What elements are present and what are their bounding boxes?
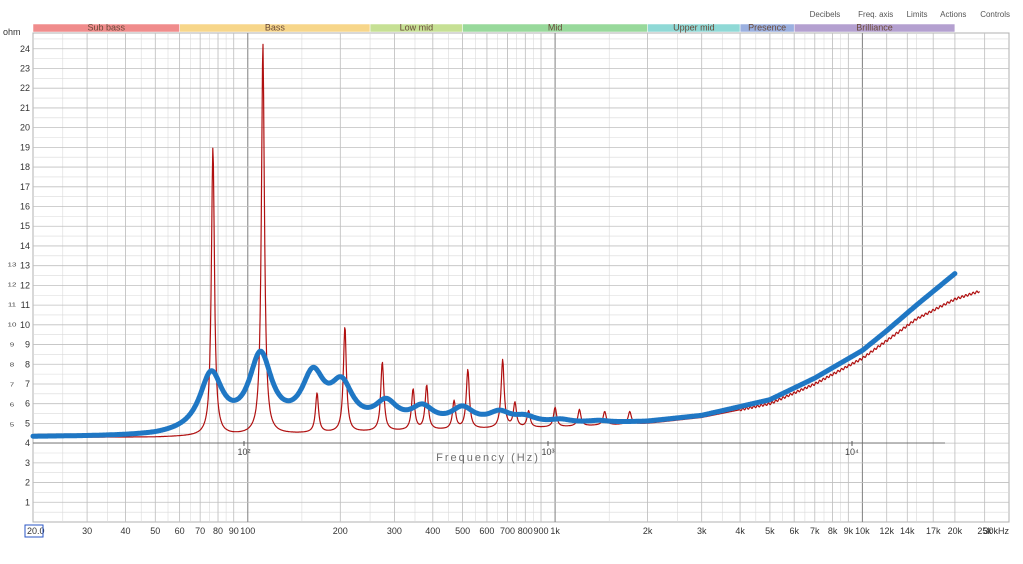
x-tick-label: 900	[534, 526, 549, 536]
menu-item[interactable]: Actions	[940, 10, 966, 19]
x-tick-label: 700	[500, 526, 515, 536]
frequency-bands: Sub bass Bass Low mid Mid Upper mid Presence B…	[32, 23, 956, 33]
x-tick-label: 7k	[810, 526, 820, 536]
y-tick-label: 16	[20, 202, 30, 212]
x-tick-label: 2k	[643, 526, 653, 536]
overlay-y-tick-label: 8	[10, 362, 15, 368]
y-tick-label: 18	[20, 162, 30, 172]
x-tick-label: 60	[175, 526, 185, 536]
y-tick-label: 1	[25, 497, 30, 507]
overlay-y-tick-label: 7	[10, 382, 15, 388]
x-tick-label: 3k	[697, 526, 707, 536]
y-tick-label: 6	[25, 399, 30, 409]
y-tick-label: 5	[25, 418, 30, 428]
menu-item[interactable]: Decibels	[810, 10, 841, 19]
y-tick-label: 17	[20, 182, 30, 192]
y-tick-label: 24	[20, 44, 30, 54]
overlay-y-tick-label: 13	[8, 262, 17, 268]
x-tick-label: 200	[333, 526, 348, 536]
x-tick-label: 50	[150, 526, 160, 536]
menu-item[interactable]: Freq. axis	[858, 10, 893, 19]
overlay-x-tick-label: 10²	[237, 447, 250, 457]
y-tick-label: 22	[20, 83, 30, 93]
y-axis: 123456789101112131415161718192021222324	[20, 44, 30, 508]
x-tick-label: 20.0	[27, 526, 45, 536]
y-unit-label: ohm	[3, 27, 21, 37]
x-tick-label: 4k	[735, 526, 745, 536]
x-tick-label: 90	[229, 526, 239, 536]
y-tick-label: 12	[20, 280, 30, 290]
x-axis: 20.0 30 40 50 60 70 80 90 100 200 300 400 500 600 700 8…	[27, 526, 1009, 536]
overlay-y-tick-label: 6	[10, 402, 15, 408]
x-tick-label: 20k	[948, 526, 963, 536]
x-tick-label: 17k	[926, 526, 941, 536]
x-tick-label: 500	[455, 526, 470, 536]
band-label: Bass	[265, 23, 286, 33]
impedance-chart: Sub bass Bass Low mid Mid Upper mid Presence B…	[0, 0, 1023, 559]
overlay-y-tick-label: 5	[10, 422, 15, 428]
x-tick-label: 9k	[844, 526, 854, 536]
overlay-x-tick-label: 10³	[541, 447, 554, 457]
x-tick-label: 80	[213, 526, 223, 536]
x-axis-title: Frequency (Hz)	[436, 452, 540, 464]
x-tick-label: 800	[518, 526, 533, 536]
overlay-y-tick-label: 9	[10, 342, 15, 348]
menu-item[interactable]: Limits	[907, 10, 928, 19]
x-tick-label: 14k	[900, 526, 915, 536]
y-tick-label: 7	[25, 379, 30, 389]
overlay-y-tick-label: 10	[8, 322, 17, 328]
y-tick-label: 19	[20, 142, 30, 152]
x-tick-label: 70	[195, 526, 205, 536]
y-tick-label: 10	[20, 320, 30, 330]
band-label: Low mid	[400, 23, 434, 33]
x-tick-label: 8k	[828, 526, 838, 536]
overlay-y-tick-label: 12	[8, 282, 17, 288]
y-tick-label: 23	[20, 63, 30, 73]
band-label: Brilliance	[856, 23, 893, 33]
y-tick-label: 8	[25, 359, 30, 369]
x-tick-label: 400	[425, 526, 440, 536]
y-tick-label: 14	[20, 241, 30, 251]
x-tick-label: 6k	[789, 526, 799, 536]
y-tick-label: 3	[25, 458, 30, 468]
band-label: Mid	[548, 23, 563, 33]
x-tick-label: 600	[479, 526, 494, 536]
x-tick-label: 5k	[765, 526, 775, 536]
y-tick-label: 11	[21, 300, 30, 310]
y-tick-label: 20	[20, 123, 30, 133]
band-label: Presence	[748, 23, 786, 33]
x-tick-label: 1k	[550, 526, 560, 536]
y-tick-label: 9	[25, 340, 30, 350]
top-menu: Controls Actions Limits Freq. axis Decibels	[810, 10, 1010, 19]
y-tick-label: 13	[20, 261, 30, 271]
x-tick-label: 10k	[855, 526, 870, 536]
x-tick-label: 30	[82, 526, 92, 536]
x-tick-label: 100	[240, 526, 255, 536]
x-tick-label: 30kHz	[983, 526, 1009, 536]
overlay-x-tick-label: 10⁴	[845, 447, 859, 457]
y-tick-label: 4	[25, 438, 30, 448]
x-tick-label: 300	[387, 526, 402, 536]
menu-item[interactable]: Controls	[980, 10, 1010, 19]
y-tick-label: 21	[20, 103, 30, 113]
x-tick-label: 40	[120, 526, 130, 536]
impedance-chart-svg: Sub bass Bass Low mid Mid Upper mid Presence B…	[3, 10, 1010, 538]
y-tick-label: 15	[20, 221, 30, 231]
band-label: Upper mid	[673, 23, 715, 33]
band-label: Sub bass	[88, 23, 126, 33]
y-tick-label: 2	[25, 478, 30, 488]
overlay-y-tick-label: 11	[8, 302, 16, 308]
x-tick-label: 12k	[879, 526, 894, 536]
